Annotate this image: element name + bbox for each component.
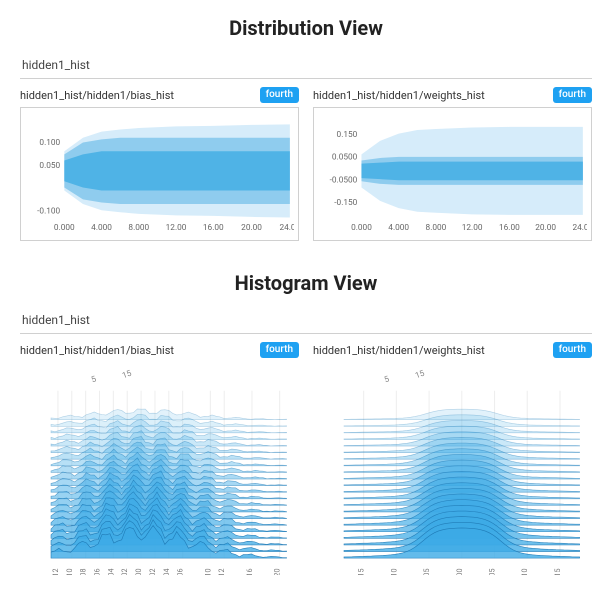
chart-histogram-bias: 5 15 -0.12 -0.10 -0.08 -0.06 -0.04 -0.02 0.00 0.0… (20, 362, 299, 575)
svg-text:0.16: 0.16 (245, 569, 254, 575)
svg-text:0.00: 0.00 (134, 569, 143, 575)
svg-text:0.150: 0.150 (337, 130, 358, 140)
svg-text:24.00: 24.00 (572, 223, 587, 233)
svg-text:0.20: 0.20 (273, 569, 282, 575)
chart-histogram-weights: 5 15 -0.15 -0.10 -0.05 0.00 0.05 0.10 0.15 (313, 362, 592, 575)
svg-text:0.06: 0.06 (176, 569, 185, 575)
svg-text:12.00: 12.00 (166, 223, 187, 233)
svg-text:8.000: 8.000 (426, 223, 447, 233)
svg-text:-0.08: -0.08 (79, 569, 88, 575)
divider (20, 78, 592, 79)
group-label: hidden1_hist (20, 54, 592, 76)
svg-text:-0.150: -0.150 (334, 198, 357, 208)
svg-text:-0.02: -0.02 (120, 569, 129, 575)
distribution-panels: hidden1_hist/hidden1/bias_hist fourth 0.… (20, 87, 592, 241)
svg-text:15: 15 (414, 369, 426, 382)
svg-text:-0.100: -0.100 (37, 206, 60, 216)
svg-text:20.00: 20.00 (241, 223, 262, 233)
chart-distribution-bias: 0.100 0.050 -0.100 0.000 4.000 8.000 12.… (20, 107, 299, 241)
svg-text:-0.0500: -0.0500 (330, 175, 358, 185)
panel-bias-histogram: hidden1_hist/hidden1/bias_hist fourth 5 1… (20, 342, 299, 575)
svg-text:0.12: 0.12 (217, 569, 226, 575)
svg-text:16.00: 16.00 (499, 223, 520, 233)
svg-text:5: 5 (90, 374, 98, 385)
histogram-panels: hidden1_hist/hidden1/bias_hist fourth 5 1… (20, 342, 592, 575)
svg-text:0.000: 0.000 (54, 223, 75, 233)
panel-title: hidden1_hist/hidden1/bias_hist (20, 89, 174, 102)
divider (20, 333, 592, 334)
run-badge[interactable]: fourth (260, 87, 299, 103)
svg-text:-0.04: -0.04 (106, 569, 115, 575)
svg-text:-0.12: -0.12 (51, 569, 60, 575)
svg-text:0.050: 0.050 (39, 161, 60, 171)
svg-text:15: 15 (121, 369, 133, 382)
svg-text:0.10: 0.10 (520, 569, 529, 575)
panel-bias-distribution: hidden1_hist/hidden1/bias_hist fourth 0.… (20, 87, 299, 241)
run-badge[interactable]: fourth (553, 87, 592, 103)
svg-text:4.000: 4.000 (388, 223, 409, 233)
section-title-distribution: Distribution View (20, 16, 592, 40)
svg-text:0.05: 0.05 (488, 569, 497, 575)
run-badge[interactable]: fourth (553, 342, 592, 358)
svg-text:4.000: 4.000 (91, 223, 112, 233)
svg-text:0.15: 0.15 (553, 569, 562, 575)
panel-title: hidden1_hist/hidden1/weights_hist (313, 89, 485, 102)
chart-distribution-weights: 0.150 0.0500 -0.0500 -0.150 0.000 4.000 … (313, 107, 592, 241)
svg-text:0.00: 0.00 (455, 569, 464, 575)
svg-text:0.100: 0.100 (39, 138, 60, 148)
panel-title: hidden1_hist/hidden1/bias_hist (20, 344, 174, 357)
group-label: hidden1_hist (20, 309, 592, 331)
svg-text:-0.06: -0.06 (93, 569, 102, 575)
section-title-histogram: Histogram View (20, 271, 592, 295)
svg-text:8.000: 8.000 (128, 223, 149, 233)
svg-text:0.0500: 0.0500 (332, 153, 358, 163)
svg-text:-0.10: -0.10 (65, 569, 74, 575)
svg-text:-0.10: -0.10 (389, 569, 398, 575)
svg-text:12.00: 12.00 (462, 223, 483, 233)
svg-text:-0.05: -0.05 (422, 569, 431, 575)
panel-weights-distribution: hidden1_hist/hidden1/weights_hist fourth… (313, 87, 592, 241)
svg-text:20.00: 20.00 (535, 223, 556, 233)
svg-text:0.000: 0.000 (351, 223, 372, 233)
svg-text:0.02: 0.02 (148, 569, 157, 575)
panel-weights-histogram: hidden1_hist/hidden1/weights_hist fourth… (313, 342, 592, 575)
panel-title: hidden1_hist/hidden1/weights_hist (313, 344, 485, 357)
svg-text:0.04: 0.04 (162, 569, 171, 575)
svg-text:24.00: 24.00 (279, 223, 294, 233)
svg-text:5: 5 (383, 374, 391, 385)
run-badge[interactable]: fourth (260, 342, 299, 358)
svg-text:16.00: 16.00 (203, 223, 224, 233)
svg-text:-0.15: -0.15 (357, 569, 366, 575)
svg-text:0.10: 0.10 (203, 569, 212, 575)
